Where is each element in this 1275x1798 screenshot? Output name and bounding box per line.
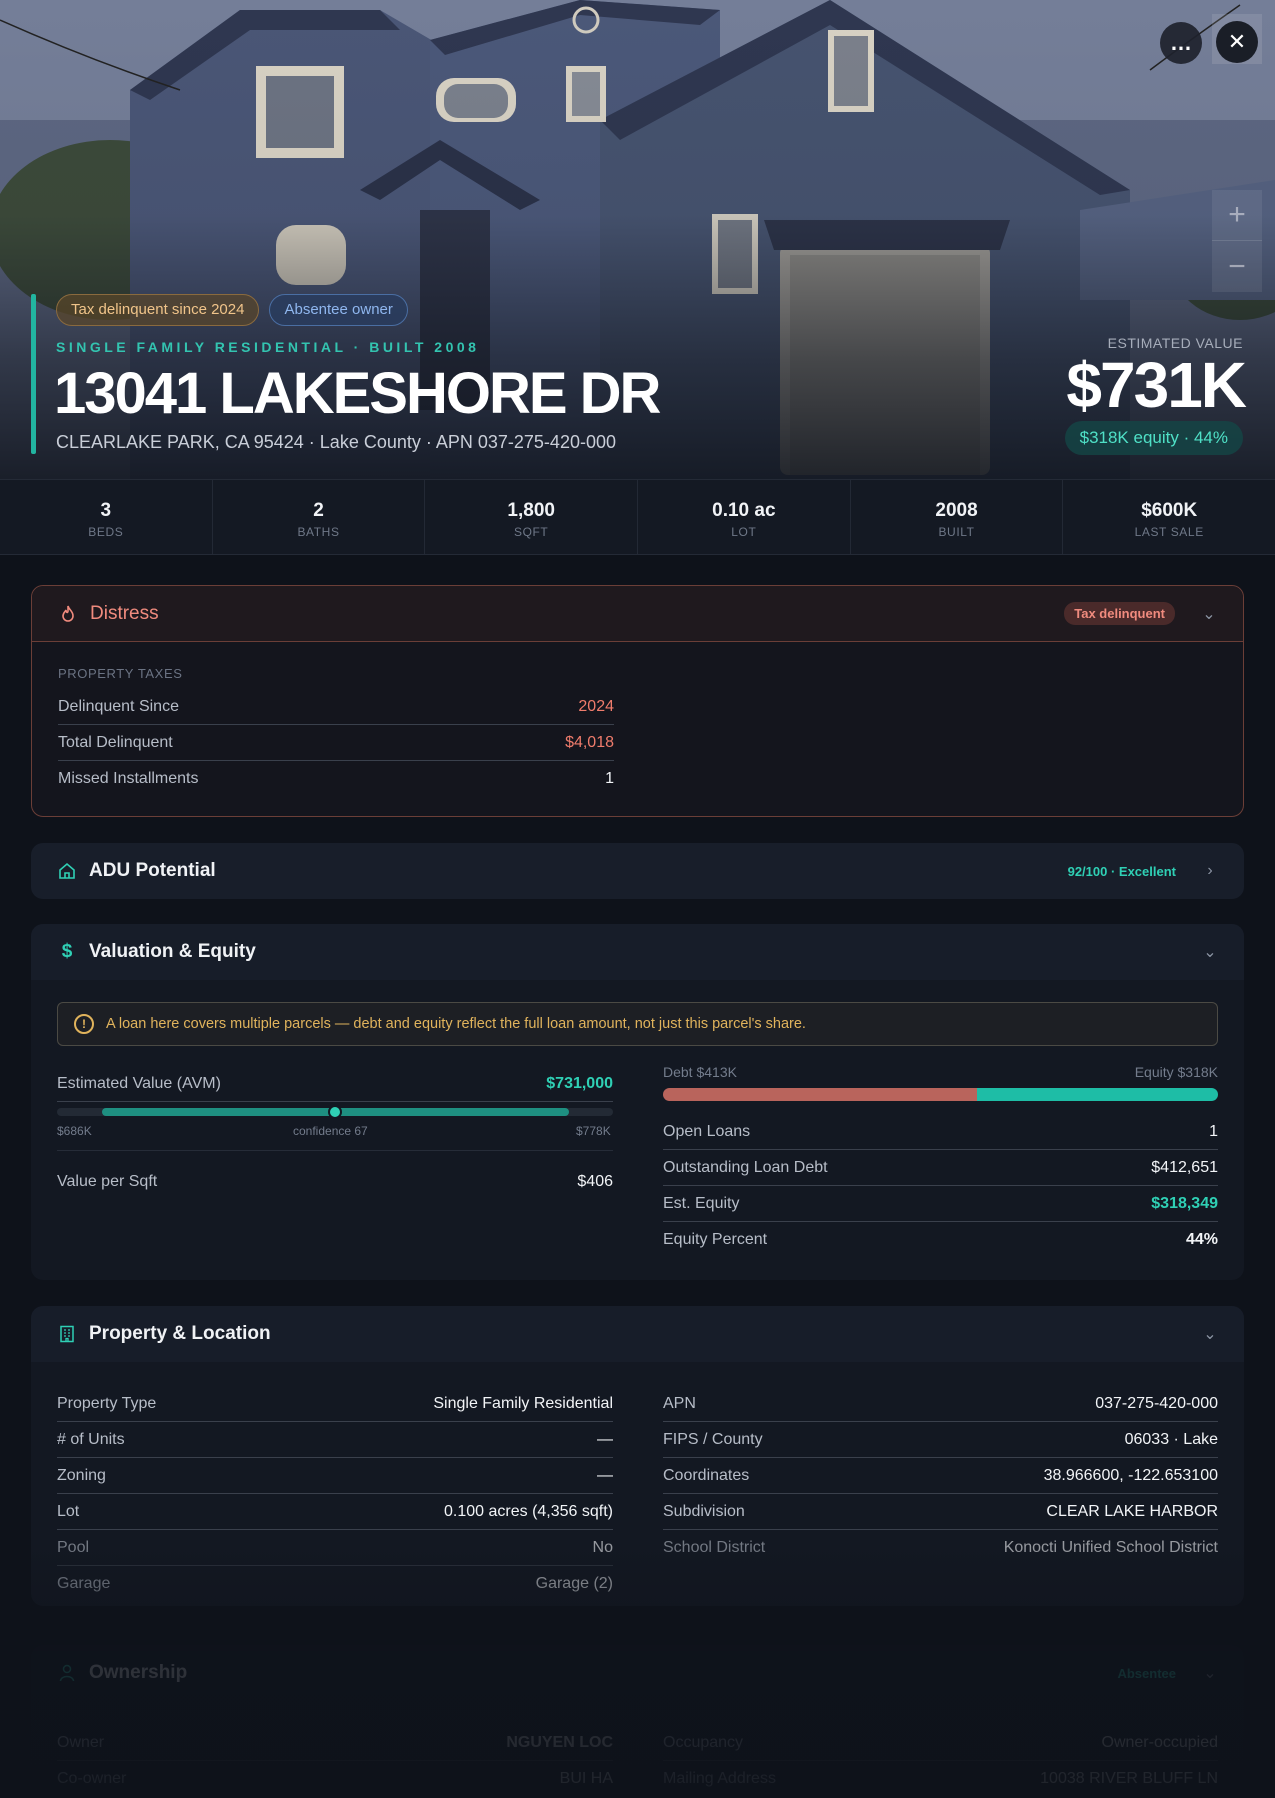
chevron-down-icon[interactable]: ⌄ [1202, 1663, 1218, 1683]
property-row: APN 037-275-420-000 [663, 1386, 1218, 1422]
ownership-header[interactable]: Ownership Absentee ⌄ [31, 1645, 1244, 1701]
person-icon [57, 1663, 77, 1683]
debt-label: Debt $413K [663, 1064, 737, 1080]
absentee-badge: Absentee [1117, 1665, 1176, 1681]
equity-pill: $318K equity · 44% [1064, 421, 1243, 455]
hero-tags: Tax delinquent since 2024 Absentee owner [56, 294, 408, 326]
avm-confidence: confidence 67 [293, 1124, 368, 1138]
co-owner-row: Co-owner BUI HA [57, 1770, 613, 1787]
property-subtype: SINGLE FAMILY RESIDENTIAL · BUILT 2008 [56, 339, 480, 355]
property-header[interactable]: Property & Location ⌄ [31, 1306, 1244, 1362]
adu-score: 92/100 · Excellent [1067, 863, 1176, 879]
adu-header[interactable]: ADU Potential 92/100 · Excellent › [31, 843, 1244, 899]
zoom-out-button[interactable]: − [1212, 241, 1262, 292]
value-per-sqft-row: Value per Sqft $406 [57, 1173, 613, 1190]
stat-last-sale: $600K LAST SALE [1134, 500, 1204, 539]
property-row: FIPS / County 06033 · Lake [663, 1422, 1218, 1458]
debt-equity-bar [663, 1088, 1218, 1101]
equity-label: Equity $318K [1134, 1064, 1218, 1080]
property-row: Lot 0.100 acres (4,356 sqft) [57, 1494, 613, 1530]
property-title: Property & Location [89, 1323, 271, 1344]
property-row: Subdivision CLEAR LAKE HARBOR [663, 1494, 1218, 1530]
est-equity-row: Est. Equity $318,349 [663, 1186, 1218, 1222]
more-options-button[interactable]: … [1160, 22, 1202, 64]
outstanding-debt-row: Outstanding Loan Debt $412,651 [663, 1150, 1218, 1186]
distress-header[interactable]: Distress Tax delinquent ⌄ [32, 586, 1243, 642]
property-row: Pool No [57, 1530, 613, 1566]
missed-installments-row: Missed Installments 1 [58, 770, 614, 787]
total-delinquent-row: Total Delinquent $4,018 [58, 725, 614, 761]
distress-card: Distress Tax delinquent ⌄ PROPERTY TAXES… [31, 585, 1244, 817]
adu-potential-card[interactable]: ADU Potential 92/100 · Excellent › [31, 843, 1244, 899]
property-location-card: Property & Location ⌄ Property Type Singl… [31, 1306, 1244, 1606]
occupancy-row: Occupancy Owner-occupied [663, 1725, 1218, 1761]
more-icon: … [1170, 30, 1192, 55]
property-row: # of Units — [57, 1422, 613, 1458]
avm-row: Estimated Value (AVM) $731,000 [57, 1066, 613, 1102]
adu-title: ADU Potential [89, 860, 216, 881]
stats-bar: 3 BEDS 2 BATHS 1,800 SQFT 0.10 ac LOT 2008 BU… [0, 479, 1275, 555]
chevron-down-icon[interactable]: ⌄ [1201, 604, 1217, 624]
property-row: Garage Garage (2) [57, 1575, 613, 1592]
stat-beds: 3 BEDS [0, 480, 213, 554]
absentee-owner-tag: Absentee owner [269, 294, 408, 326]
valuation-equity-card: $ Valuation & Equity ⌄ ! A loan here cov… [31, 924, 1244, 1280]
tax-delinquent-badge: Tax delinquent [1064, 602, 1175, 625]
chevron-right-icon[interactable]: › [1202, 862, 1218, 880]
stat-baths: 2 BATHS [213, 480, 426, 554]
house-icon [57, 861, 77, 881]
property-location: CLEARLAKE PARK, CA 95424 · Lake County ·… [56, 432, 616, 452]
equity-segment [976, 1088, 1218, 1101]
valuation-title: Valuation & Equity [89, 941, 256, 962]
estimated-value: $731K [1066, 349, 1247, 421]
property-row: Coordinates 38.966600, -122.653100 [663, 1458, 1218, 1494]
multi-parcel-warning: ! A loan here covers multiple parcels — … [57, 1002, 1218, 1046]
ownership-title: Ownership [89, 1662, 188, 1683]
debt-segment [663, 1088, 977, 1101]
hero-accent-bar [31, 294, 36, 454]
delinquent-since-row: Delinquent Since 2024 [58, 689, 614, 725]
owner-row: Owner NGUYEN LOC [57, 1725, 613, 1761]
stat-built: 2008 BUILT [851, 480, 1064, 554]
tax-delinquent-tag: Tax delinquent since 2024 [56, 294, 260, 326]
avm-range-bar [57, 1105, 613, 1119]
avm-low: $686K [57, 1124, 92, 1138]
equity-percent-row: Equity Percent 44% [663, 1231, 1218, 1248]
warning-text: A loan here covers multiple parcels — de… [106, 1016, 806, 1032]
building-icon [57, 1324, 77, 1344]
property-row: Property Type Single Family Residential [57, 1386, 613, 1422]
mailing-address-row: Mailing Address 10038 RIVER BLUFF LN [663, 1770, 1218, 1787]
close-button[interactable]: ✕ [1216, 21, 1258, 63]
zoom-in-button[interactable]: + [1212, 190, 1262, 241]
stat-sqft: 1,800 SQFT [425, 480, 639, 554]
open-loans-row: Open Loans 1 [663, 1114, 1218, 1150]
stat-lot: 0.10 ac LOT [638, 480, 851, 554]
chevron-down-icon[interactable]: ⌄ [1202, 942, 1218, 962]
avm-marker [328, 1105, 342, 1119]
flame-icon [58, 604, 78, 624]
zoom-controls: + − [1212, 190, 1262, 292]
valuation-header[interactable]: $ Valuation & Equity ⌄ [31, 924, 1244, 980]
property-address: 13041 LAKESHORE DR [54, 361, 661, 426]
avm-high: $778K [576, 1124, 611, 1138]
close-icon: ✕ [1227, 29, 1247, 54]
property-row: School District Konocti Unified School Di… [663, 1539, 1218, 1556]
dollar-icon: $ [61, 941, 73, 962]
property-taxes-label: PROPERTY TAXES [58, 666, 183, 681]
chevron-down-icon[interactable]: ⌄ [1202, 1324, 1218, 1344]
warning-icon: ! [74, 1014, 94, 1034]
distress-title: Distress [90, 602, 159, 624]
property-row: Zoning — [57, 1458, 613, 1494]
ownership-card: Ownership Absentee ⌄ Owner NGUYEN LOC Co-… [31, 1645, 1244, 1798]
